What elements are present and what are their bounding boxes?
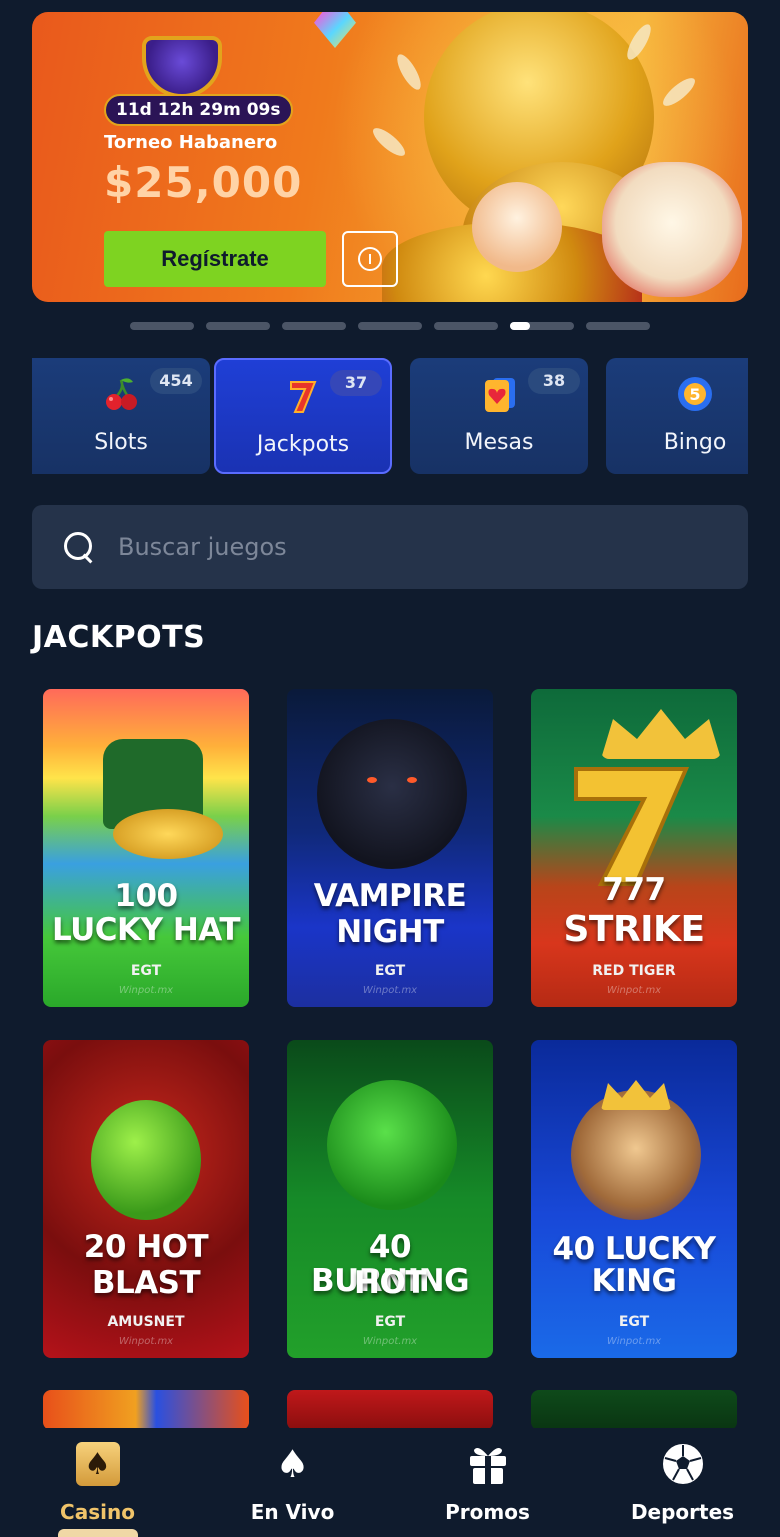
seven-icon (283, 376, 323, 416)
category-tabs: 454 Slots 37 Jackpots 38 Mesas 5 Bingo (32, 358, 748, 476)
wolf-eye (407, 777, 417, 783)
bingo-ball-icon: 5 (675, 374, 715, 414)
game-title: 777 (602, 872, 666, 908)
nav-label: En Vivo (250, 1500, 335, 1524)
game-provider: EGT (130, 963, 162, 979)
carousel-dot[interactable] (282, 322, 346, 330)
bottom-navigation: ♠ Casino ♠ En Vivo Promos Deportes (0, 1428, 780, 1537)
carousel-dots (130, 322, 650, 330)
category-jackpots[interactable]: 37 Jackpots (214, 358, 392, 474)
game-tile-partial[interactable] (43, 1390, 249, 1430)
countdown-timer: 11d 12h 29m 09s (104, 94, 293, 126)
active-indicator (57, 1529, 138, 1537)
lucky-cat-illustration (472, 182, 562, 272)
game-tile-100-lucky-hat[interactable]: 100 LUCKY HAT EGT Winpot.mx (43, 689, 249, 1007)
search-bar[interactable] (32, 505, 748, 589)
casino-card-icon: ♠ (75, 1442, 120, 1486)
carousel-dot[interactable] (434, 322, 498, 330)
game-title: STRIKE (563, 909, 705, 950)
game-tile-vampire-night[interactable]: VAMPIRE NIGHT EGT Winpot.mx (287, 689, 493, 1007)
watermark: Winpot.mx (606, 1336, 662, 1347)
gift-icon (466, 1442, 510, 1486)
category-bingo[interactable]: 5 Bingo (606, 358, 748, 474)
watermark: Winpot.mx (118, 985, 174, 996)
game-title: VAMPIRE (313, 878, 467, 914)
category-slots[interactable]: 454 Slots (32, 358, 210, 474)
prize-amount: $25,000 (104, 158, 303, 207)
wolf-eye (367, 777, 377, 783)
category-label: Jackpots (256, 432, 350, 457)
category-label: Slots (94, 430, 148, 455)
svg-text:5: 5 (689, 385, 700, 404)
promo-banner[interactable]: 11d 12h 29m 09s Torneo Habanero $25,000 … (32, 12, 748, 302)
game-provider: EGT (618, 1314, 650, 1330)
nav-en-vivo[interactable]: ♠ En Vivo (195, 1428, 390, 1537)
lion-dance-illustration (602, 162, 742, 297)
soccer-ball-icon (661, 1442, 705, 1486)
spade-icon: ♠ (275, 1442, 310, 1486)
game-tile-40-burning-hot[interactable]: 40 BURNING HOT EGT Winpot.mx (287, 1040, 493, 1358)
category-mesas[interactable]: 38 Mesas (410, 358, 588, 474)
trophy-icon (142, 36, 222, 98)
nav-label: Casino (60, 1500, 135, 1524)
register-button[interactable]: Regístrate (104, 231, 326, 287)
nav-deportes[interactable]: Deportes (585, 1428, 780, 1537)
category-label: Mesas (464, 430, 534, 455)
game-tile-partial[interactable] (287, 1390, 493, 1430)
game-tile-777-strike[interactable]: 777 STRIKE RED TIGER Winpot.mx (531, 689, 737, 1007)
game-title: NIGHT (336, 914, 444, 950)
section-title: JACKPOTS (32, 620, 206, 655)
game-provider: RED TIGER (592, 963, 676, 979)
wolf-illustration (317, 719, 467, 869)
game-title: 20 HOT (83, 1229, 209, 1265)
category-label: Bingo (663, 430, 727, 455)
game-title: LUCKY HAT (51, 912, 241, 948)
game-title: KING (591, 1263, 677, 1299)
nav-casino[interactable]: ♠ Casino (0, 1428, 195, 1537)
search-icon (62, 530, 96, 564)
watermark: Winpot.mx (362, 1336, 418, 1347)
category-count: 454 (150, 368, 202, 394)
money-bag-illustration (91, 1100, 201, 1220)
tournament-name: Torneo Habanero (104, 132, 278, 153)
game-tile-partial[interactable] (531, 1390, 737, 1430)
category-count: 38 (528, 368, 580, 394)
seven-icon (574, 767, 690, 886)
nav-label: Promos (445, 1500, 530, 1524)
watermark: Winpot.mx (606, 985, 662, 996)
watermark: Winpot.mx (362, 985, 418, 996)
game-tile-20-hot-blast[interactable]: 20 HOT BLAST AMUSNET Winpot.mx (43, 1040, 249, 1358)
info-icon (358, 247, 382, 271)
game-title: 100 (114, 878, 178, 914)
game-provider: AMUSNET (107, 1314, 185, 1330)
nav-label: Deportes (630, 1500, 735, 1524)
game-provider: EGT (374, 963, 406, 979)
game-tile-40-lucky-king[interactable]: 40 LUCKY KING EGT Winpot.mx (531, 1040, 737, 1358)
game-title: BLAST (91, 1265, 201, 1301)
carousel-dot[interactable] (206, 322, 270, 330)
carousel-dot[interactable] (358, 322, 422, 330)
carousel-dot[interactable] (130, 322, 194, 330)
game-title: 40 LUCKY (552, 1231, 716, 1267)
search-input[interactable] (118, 517, 748, 577)
category-count: 37 (330, 370, 382, 396)
info-button[interactable] (342, 231, 398, 287)
carousel-dot-active[interactable] (510, 322, 574, 330)
game-title: HOT (354, 1265, 426, 1301)
clover-illustration (327, 1080, 457, 1210)
coins-illustration (113, 809, 223, 859)
playing-card-heart-icon (479, 374, 519, 414)
cherries-icon (101, 374, 141, 414)
carousel-dot[interactable] (586, 322, 650, 330)
watermark: Winpot.mx (118, 1336, 174, 1347)
game-provider: EGT (374, 1314, 406, 1330)
nav-promos[interactable]: Promos (390, 1428, 585, 1537)
